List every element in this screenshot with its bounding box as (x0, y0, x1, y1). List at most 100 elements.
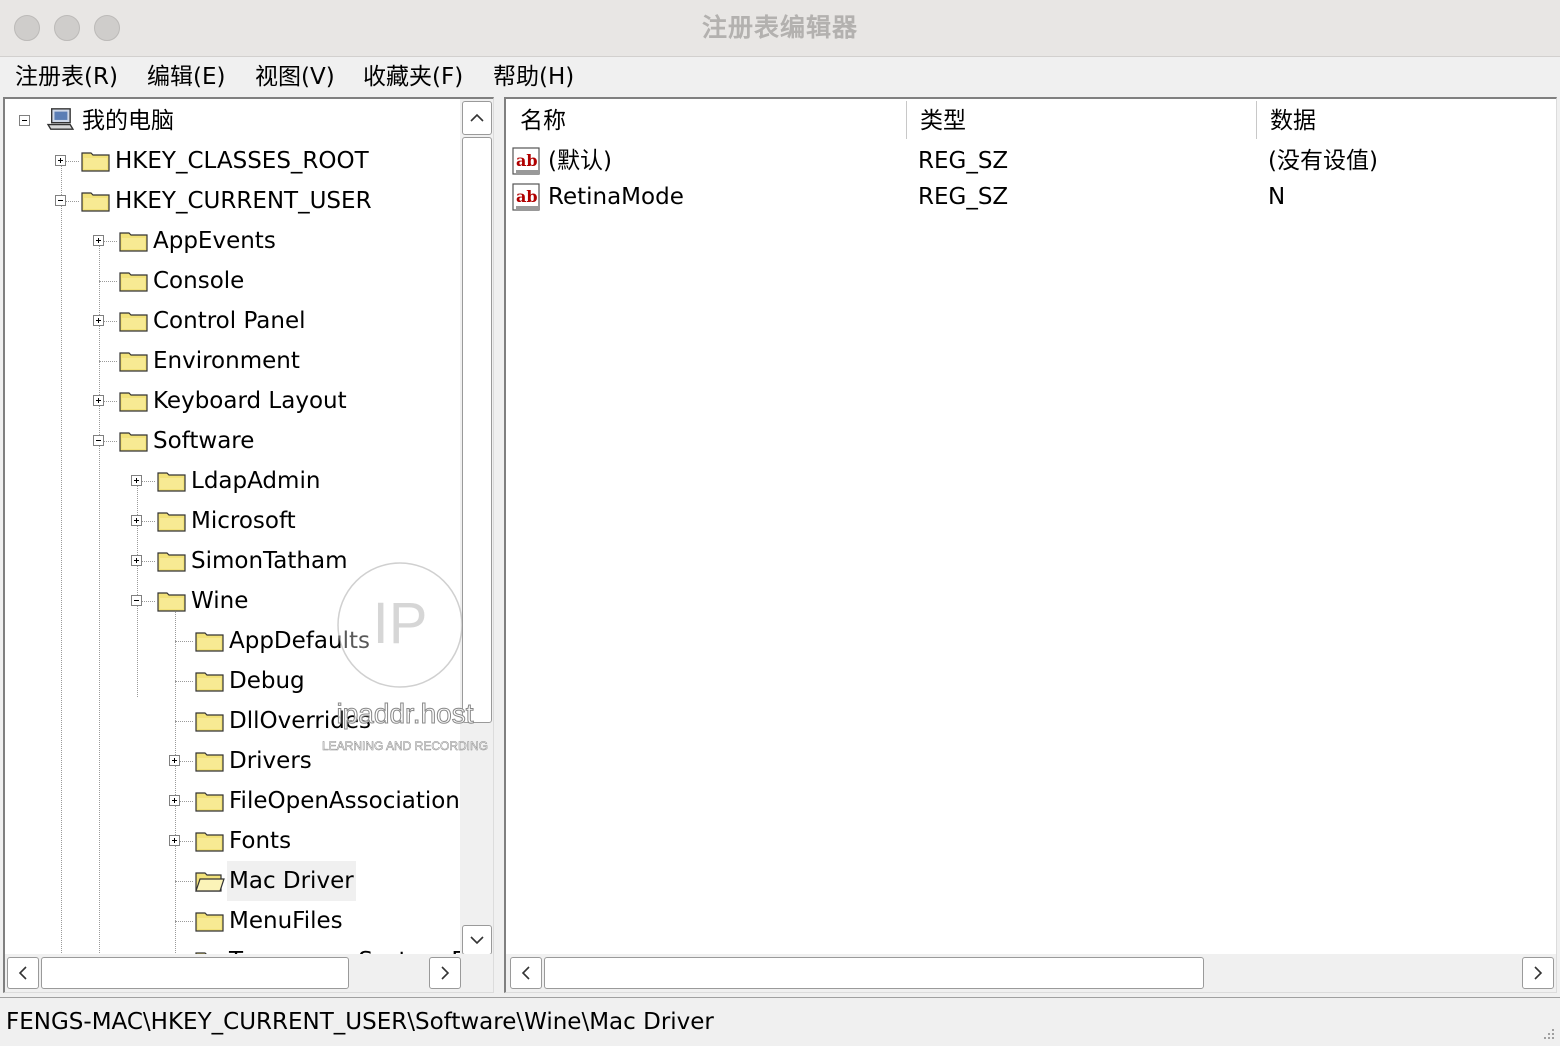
folder-icon (195, 752, 224, 772)
tree-node-keyboard-layout[interactable]: Keyboard Layout (5, 381, 460, 421)
tree-node-console[interactable]: Console (5, 261, 460, 301)
value-type: REG_SZ (918, 184, 1009, 210)
tree-node-appevents[interactable]: AppEvents (5, 221, 460, 261)
folder-icon (119, 352, 148, 372)
tree-horizontal-scrollbar[interactable] (5, 954, 493, 992)
expand-icon[interactable] (93, 395, 104, 406)
column-header-type[interactable]: 类型 (906, 99, 1256, 143)
tree-node-mac-driver[interactable]: Mac Driver (5, 861, 460, 901)
expand-icon[interactable] (131, 515, 142, 526)
tree-node-appdefaults[interactable]: AppDefaults (5, 621, 460, 661)
collapse-icon[interactable] (93, 435, 104, 446)
tree-label: Temporary System Files (227, 941, 460, 954)
values-list-pane[interactable]: 名称 类型 数据 ab (默认) REG_SZ (没有设值) ab Retina… (504, 97, 1557, 993)
tree-hscroll-thumb[interactable] (41, 957, 349, 989)
expand-icon[interactable] (169, 835, 180, 846)
key-tree-pane[interactable]: 我的电脑 HKEY_CLASSES_ROOT HKEY_CURRENT_USER A… (3, 97, 494, 993)
folder-icon (195, 672, 224, 692)
tree-node-menufiles[interactable]: MenuFiles (5, 901, 460, 941)
tree-label: Software (153, 428, 255, 454)
folder-icon (119, 272, 148, 292)
tree-node-software[interactable]: Software (5, 421, 460, 461)
column-header-data[interactable]: 数据 (1256, 99, 1546, 143)
column-header-name[interactable]: 名称 (506, 99, 906, 143)
status-path: FENGS-MAC\HKEY_CURRENT_USER\Software\Win… (6, 1009, 714, 1035)
tree-node-hkey-classes-root[interactable]: HKEY_CLASSES_ROOT (5, 141, 460, 181)
tree-label: HKEY_CURRENT_USER (115, 188, 372, 214)
tree-label: Mac Driver (227, 861, 356, 901)
folder-icon (157, 512, 186, 532)
menu-view[interactable]: 视图(V) (253, 62, 337, 92)
tree-label: AppDefaults (229, 628, 370, 654)
list-hscroll-thumb[interactable] (544, 957, 1204, 989)
title-bar: 注册表编辑器 (0, 0, 1560, 57)
scroll-left-button[interactable] (7, 957, 39, 989)
tree-node-fileopenassociations[interactable]: FileOpenAssociations (5, 781, 460, 821)
tree-node-my-computer[interactable]: 我的电脑 (5, 101, 460, 141)
menu-help[interactable]: 帮助(H) (491, 62, 576, 92)
tree-label: HKEY_CLASSES_ROOT (115, 148, 369, 174)
tree-node-drivers[interactable]: Drivers (5, 741, 460, 781)
tree-node-temporary-system-files[interactable]: Temporary System Files (5, 941, 460, 954)
tree-label: 我的电脑 (82, 108, 174, 134)
scroll-right-button[interactable] (1522, 957, 1554, 989)
tree-label: DllOverrides (229, 708, 371, 734)
scroll-up-button[interactable] (462, 101, 492, 135)
expand-icon[interactable] (55, 155, 66, 166)
expand-icon[interactable] (131, 555, 142, 566)
tree-label: Drivers (229, 748, 312, 774)
scroll-left-button[interactable] (510, 957, 542, 989)
folder-icon (195, 792, 224, 812)
tree-scroll-thumb[interactable] (462, 137, 492, 723)
value-row[interactable]: ab (默认) REG_SZ (没有设值) (506, 143, 1546, 179)
tree-label: MenuFiles (229, 908, 343, 934)
chevron-left-icon (18, 966, 27, 980)
menu-registry[interactable]: 注册表(R) (13, 62, 120, 92)
tree-node-environment[interactable]: Environment (5, 341, 460, 381)
value-type: REG_SZ (918, 148, 1009, 174)
tree-label: Fonts (229, 828, 292, 854)
collapse-icon[interactable] (19, 115, 30, 126)
value-name: RetinaMode (548, 184, 684, 210)
chevron-right-icon (441, 966, 450, 980)
expand-icon[interactable] (93, 315, 104, 326)
expand-icon[interactable] (169, 755, 180, 766)
tree-vertical-scrollbar[interactable] (460, 99, 493, 955)
collapse-icon[interactable] (55, 195, 66, 206)
value-row[interactable]: ab RetinaMode REG_SZ N (506, 179, 1546, 215)
tree-label: Console (153, 268, 245, 294)
tree-label: Keyboard Layout (153, 388, 347, 414)
scroll-right-button[interactable] (429, 957, 461, 989)
tree-node-fonts[interactable]: Fonts (5, 821, 460, 861)
menu-edit[interactable]: 编辑(E) (145, 62, 227, 92)
tree-node-hkey-current-user[interactable]: HKEY_CURRENT_USER (5, 181, 460, 221)
expand-icon[interactable] (131, 475, 142, 486)
value-data: (没有设值) (1268, 148, 1378, 174)
tree-label: Wine (191, 588, 249, 614)
tree-node-ldapadmin[interactable]: LdapAdmin (5, 461, 460, 501)
expand-icon[interactable] (93, 235, 104, 246)
tree-node-wine[interactable]: Wine (5, 581, 460, 621)
expand-icon[interactable] (169, 795, 180, 806)
open-folder-icon (195, 872, 225, 892)
chevron-up-icon (470, 113, 484, 122)
window-title: 注册表编辑器 (701, 13, 858, 42)
folder-icon (195, 632, 224, 652)
svg-text:ab: ab (516, 187, 538, 206)
tree-node-microsoft[interactable]: Microsoft (5, 501, 460, 541)
collapse-icon[interactable] (131, 595, 142, 606)
status-bar: FENGS-MAC\HKEY_CURRENT_USER\Software\Win… (0, 997, 1560, 1046)
tree-node-debug[interactable]: Debug (5, 661, 460, 701)
chevron-left-icon (521, 966, 530, 980)
chevron-right-icon (1534, 966, 1543, 980)
resize-grip-icon[interactable] (1538, 1025, 1556, 1043)
list-horizontal-scrollbar[interactable] (506, 954, 1556, 992)
menu-favorites[interactable]: 收藏夹(F) (361, 62, 465, 92)
tree-node-simontatham[interactable]: SimonTatham (5, 541, 460, 581)
tree-node-dlloverrides[interactable]: DllOverrides (5, 701, 460, 741)
tree-label: Control Panel (153, 308, 306, 334)
scroll-down-button[interactable] (462, 925, 492, 955)
folder-icon (119, 392, 148, 412)
tree-node-control-panel[interactable]: Control Panel (5, 301, 460, 341)
folder-icon (119, 232, 148, 252)
